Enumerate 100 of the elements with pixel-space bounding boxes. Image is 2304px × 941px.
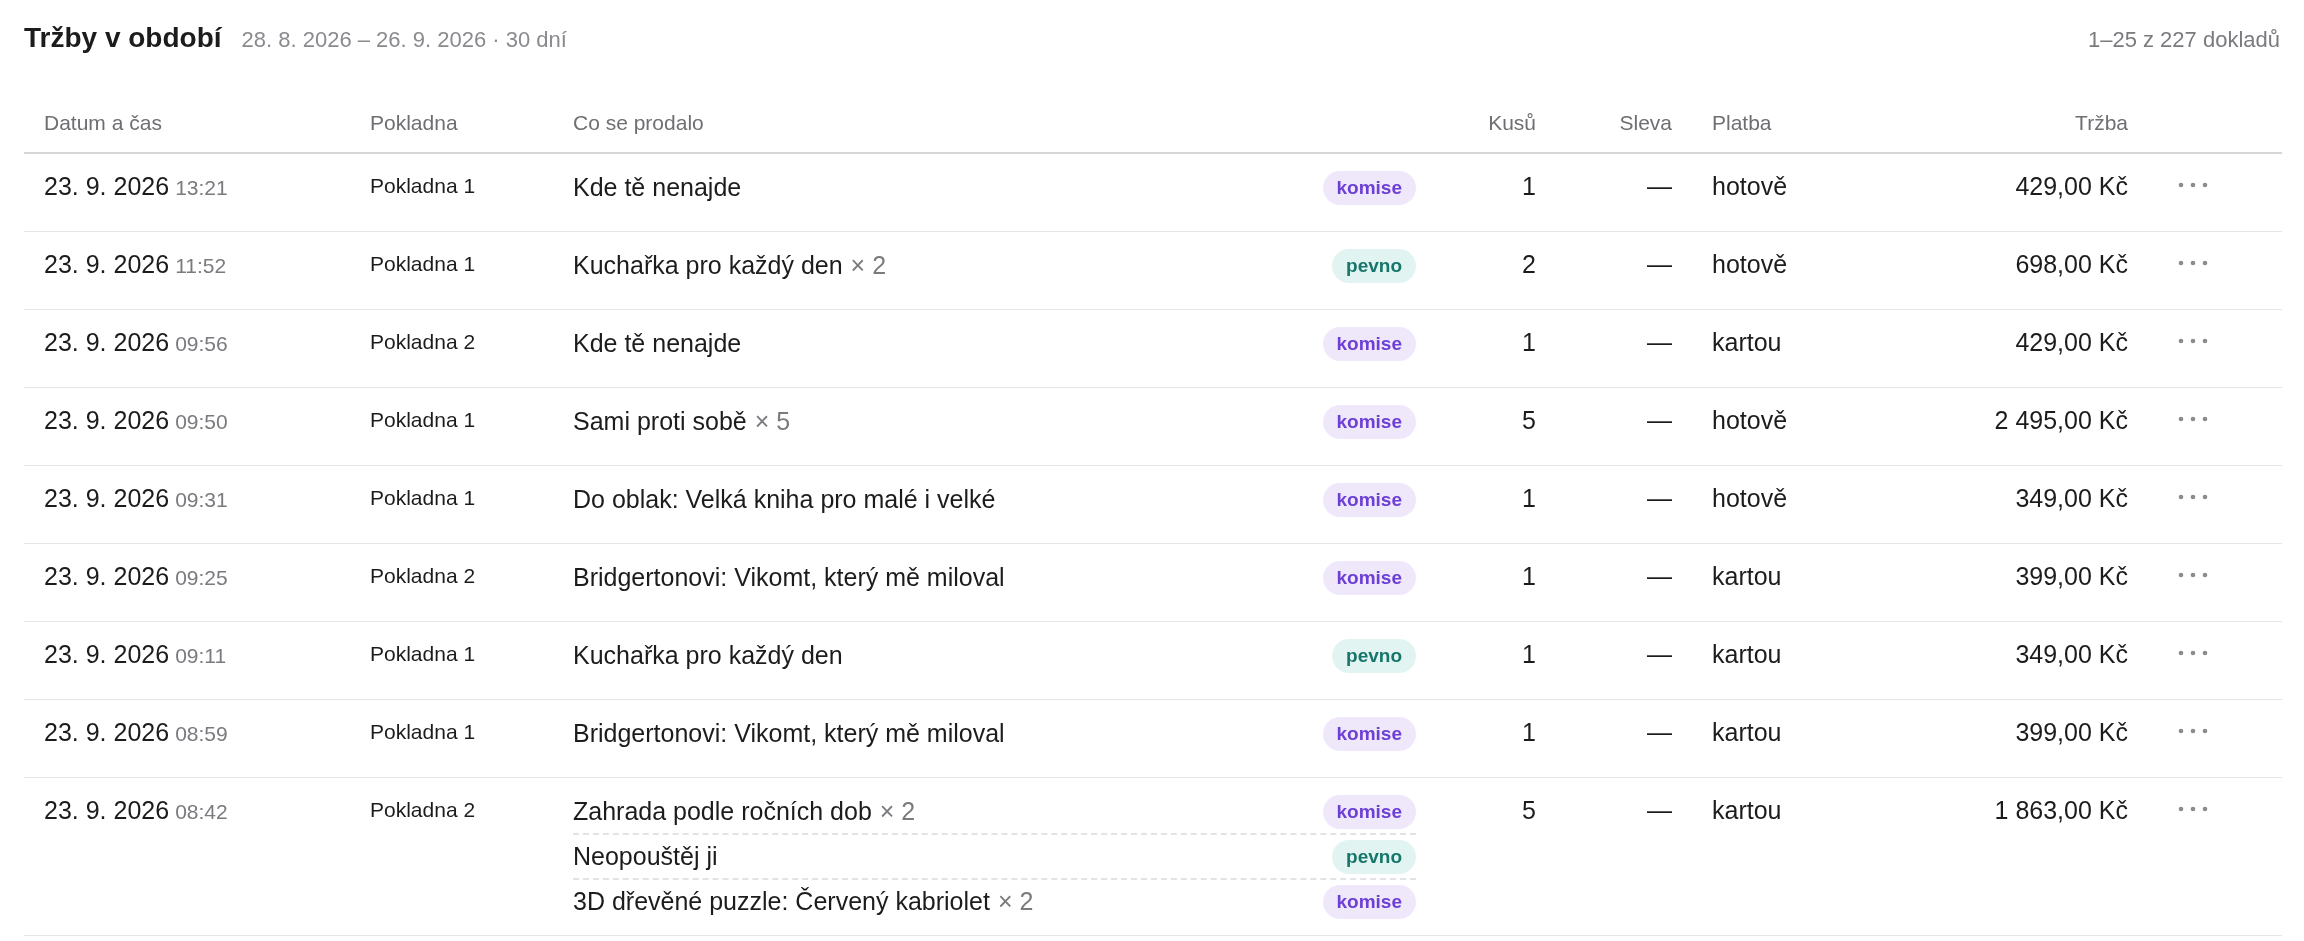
discount-value: — [1647,328,1672,357]
revenue-amount: 429,00 Kč [2015,328,2128,357]
column-header: Platba [1712,111,1772,135]
item-tag: pevno [1332,248,1416,283]
revenue-amount: 698,00 Kč [2015,250,2128,279]
item-quantity: × 5 [754,407,791,436]
item-title: Zahrada podle ročních dob [573,797,872,826]
item-tag: komise [1322,482,1416,517]
item-title: Kuchařka pro každý den [573,251,843,280]
register-name: Pokladna 1 [370,641,477,666]
payment-method: kartou [1712,718,1783,747]
revenue-amount: 399,00 Kč [2015,562,2128,591]
sale-time: 09:50 [175,410,228,434]
item-quantity: × 2 [879,797,916,826]
sale-date: 23. 9. 2026 [44,562,170,591]
sale-date: 23. 9. 2026 [44,640,170,669]
item-title: 3D dřevěné puzzle: Červený kabriolet [573,887,990,916]
item-title: Kde tě nenajde [573,329,742,358]
sale-time: 09:25 [175,566,228,590]
register-name: Pokladna 2 [370,563,477,588]
item-quantity: × 2 [850,251,887,280]
item-title: Kuchařka pro každý den [573,641,843,670]
pieces-count: 5 [1522,796,1536,825]
more-icon [2178,728,2208,734]
register-name: Pokladna 1 [370,173,477,198]
item-tag: pevno [1332,638,1416,673]
column-header: Co se prodalo [573,111,704,135]
payment-method: kartou [1712,640,1783,669]
revenue-amount: 349,00 Kč [2015,640,2128,669]
discount-value: — [1647,172,1672,201]
pieces-count: 1 [1522,484,1536,513]
discount-value: — [1647,640,1672,669]
column-header: Sleva [1619,111,1672,135]
pieces-count: 1 [1522,328,1536,357]
date-range: 28. 8. 2026 – 26. 9. 2026 · 30 dní [241,27,567,53]
sale-date: 23. 9. 2026 [44,484,170,513]
pieces-count: 5 [1522,406,1536,435]
pieces-count: 1 [1522,562,1536,591]
item-title: Neopouštěj ji [573,842,718,871]
pieces-count: 1 [1522,640,1536,669]
more-icon [2178,572,2208,578]
discount-value: — [1647,250,1672,279]
item-title: Bridgertonovi: Vikomt, který mě miloval [573,563,1005,592]
pieces-count: 1 [1522,718,1536,747]
column-header: Kusů [1488,111,1536,135]
discount-value: — [1647,562,1672,591]
sale-date: 23. 9. 2026 [44,796,170,825]
sale-time: 11:52 [175,254,227,278]
discount-value: — [1647,796,1672,825]
payment-method: kartou [1712,328,1783,357]
item-title: Sami proti sobě [573,407,747,436]
item-quantity: × 2 [997,887,1034,916]
pieces-count: 2 [1522,250,1536,279]
register-name: Pokladna 1 [370,719,477,744]
result-count: 1–25 z 227 dokladů [2087,27,2280,53]
payment-method: hotově [1712,172,1789,201]
item-tag: komise [1322,560,1416,595]
register-name: Pokladna 1 [370,407,477,432]
sale-time: 09:11 [175,644,227,668]
sale-time: 08:42 [175,800,228,824]
payment-method: kartou [1712,562,1783,591]
more-icon [2178,806,2208,812]
sale-date: 23. 9. 2026 [44,718,170,747]
item-tag: komise [1322,404,1416,439]
revenue-amount: 2 495,00 Kč [1994,406,2128,435]
page-title: Tržby v období [24,22,222,54]
payment-method: hotově [1712,250,1789,279]
column-header: Pokladna [370,111,458,135]
payment-method: kartou [1712,796,1783,825]
payment-method: hotově [1712,406,1789,435]
register-name: Pokladna 1 [370,251,477,276]
sale-time: 13:21 [175,176,228,200]
sale-time: 08:59 [175,722,228,746]
column-header: Datum a čas [44,111,162,135]
item-title: Bridgertonovi: Vikomt, který mě miloval [573,719,1005,748]
sale-date: 23. 9. 2026 [44,328,170,357]
item-tag: komise [1322,716,1416,751]
discount-value: — [1647,406,1672,435]
item-tag: pevno [1332,839,1416,874]
payment-method: hotově [1712,484,1789,513]
more-icon [2178,338,2208,344]
more-icon [2178,494,2208,500]
more-icon [2178,182,2208,188]
column-header: Tržba [2075,111,2128,135]
register-name: Pokladna 2 [370,797,477,822]
sale-time: 09:56 [175,332,228,356]
revenue-amount: 349,00 Kč [2015,484,2128,513]
more-icon [2178,260,2208,266]
sale-date: 23. 9. 2026 [44,172,170,201]
item-tag: komise [1322,794,1416,829]
item-title: Kde tě nenajde [573,173,742,202]
revenue-amount: 1 863,00 Kč [1994,796,2128,825]
sale-date: 23. 9. 2026 [44,406,170,435]
item-title: Do oblak: Velká kniha pro malé i velké [573,485,996,514]
more-icon [2178,416,2208,422]
more-icon [2178,650,2208,656]
item-tag: komise [1322,326,1416,361]
revenue-amount: 429,00 Kč [2015,172,2128,201]
sale-date: 23. 9. 2026 [44,250,170,279]
revenue-amount: 399,00 Kč [2015,718,2128,747]
